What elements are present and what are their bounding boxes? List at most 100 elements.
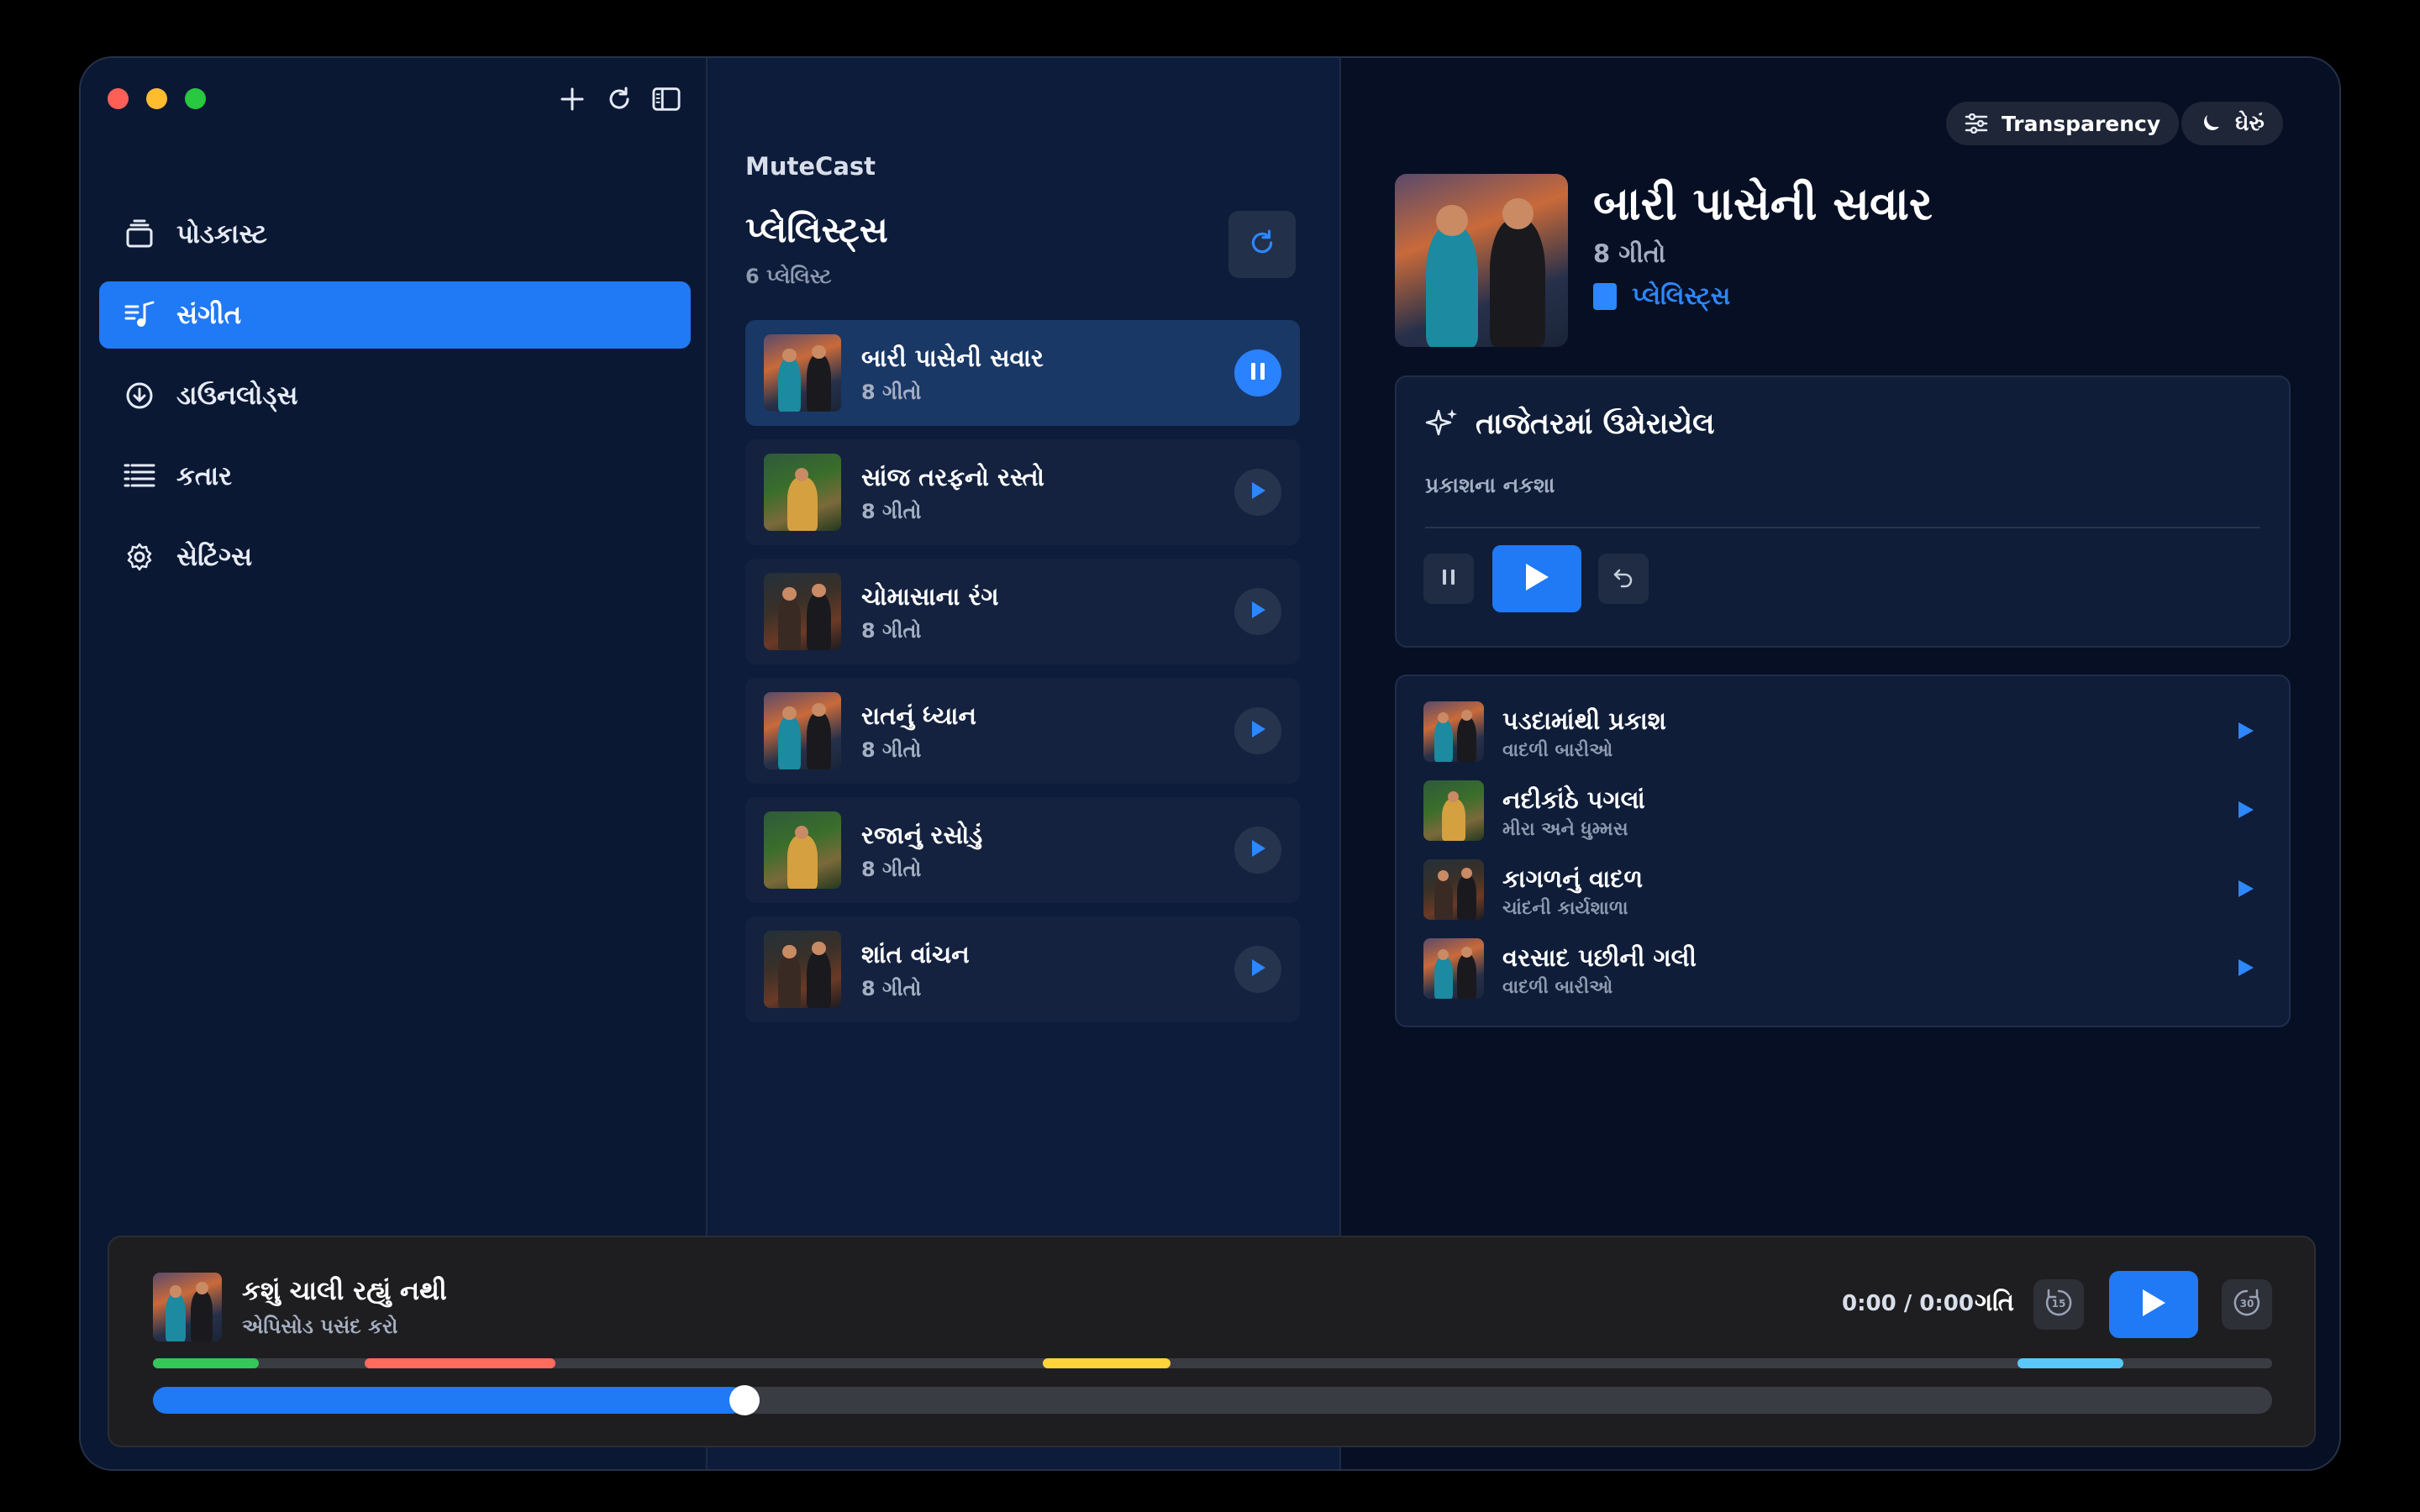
playlist-artwork — [764, 931, 841, 1008]
app-brand: MuteCast — [745, 152, 876, 181]
track-artist: વાદળી બારીઓ — [1502, 977, 1613, 998]
sidebar-item-settings[interactable]: સેટિંગ્સ — [99, 523, 691, 591]
pause-button[interactable] — [1423, 554, 1474, 604]
playlist-track-count: 8 ગીતો — [861, 381, 922, 404]
main-play-button[interactable] — [2109, 1271, 2198, 1338]
now-playing-bar: કશું ચાલી રહ્યું નથી એપિસોડ પસંદ કરો 0:0… — [108, 1236, 2316, 1447]
playlist-item[interactable]: શાંત વાંચન 8 ગીતો — [745, 916, 1300, 1022]
theme-toggle-button[interactable]: ઘેરું — [2181, 102, 2283, 145]
sidebar-item-podcasts[interactable]: પોડકાસ્ટ — [99, 201, 691, 268]
playlist-list: બારી પાસેની સવાર 8 ગીતો સાંજ તરફનો રસ્તો… — [745, 320, 1300, 1036]
divider — [1425, 527, 2260, 528]
progress-knob[interactable] — [729, 1385, 760, 1415]
chapter-marker[interactable] — [1043, 1358, 1171, 1368]
playlist-artwork — [764, 811, 841, 889]
progress-fill — [153, 1387, 744, 1414]
maximize-window-button[interactable] — [185, 88, 206, 109]
play-button[interactable] — [1234, 827, 1281, 874]
album-playlist-link[interactable]: પ્લેલિસ્ટ્સ — [1593, 281, 1730, 311]
play-icon[interactable] — [2235, 799, 2255, 821]
track-row[interactable]: વરસાદ પછીની ગલી વાદળી બારીઓ — [1397, 938, 2289, 1017]
skip-forward-30-icon: 30 — [2230, 1286, 2264, 1323]
playlist-item[interactable]: રાતનું ધ્યાન 8 ગીતો — [745, 678, 1300, 784]
play-icon[interactable] — [2235, 720, 2255, 742]
music-icon — [121, 297, 158, 333]
transparency-button[interactable]: Transparency — [1946, 102, 2180, 145]
sidebar-item-label: કતાર — [176, 460, 233, 491]
recently-added-card: તાજેતરમાં ઉમેરાયેલ પ્રકાશના નકશા — [1395, 375, 2291, 648]
moon-icon — [2200, 113, 2222, 134]
track-artwork — [1423, 701, 1484, 762]
undo-button[interactable] — [1598, 554, 1649, 604]
play-icon — [1249, 838, 1267, 862]
minimize-window-button[interactable] — [146, 88, 167, 109]
playback-time: 0:00 / 0:00 — [1842, 1291, 1974, 1316]
album-track-count: 8 ગીતો — [1593, 239, 1666, 268]
sidebar-toolbar — [558, 85, 681, 113]
playlist-track-count: 8 ગીતો — [861, 500, 922, 523]
track-name: કાગળનું વાદળ — [1502, 864, 1644, 893]
play-icon — [1249, 958, 1267, 981]
folder-icon — [1593, 282, 1617, 310]
play-button[interactable] — [1234, 946, 1281, 993]
chapter-marker[interactable] — [2018, 1358, 2124, 1368]
playlist-item[interactable]: રજાનું રસોડું 8 ગીતો — [745, 797, 1300, 903]
playlist-name: શાંત વાંચન — [861, 940, 970, 969]
sidebar-item-music[interactable]: સંગીત — [99, 281, 691, 349]
playlist-name: રજાનું રસોડું — [861, 821, 983, 849]
skip-forward-button[interactable]: 30 — [2222, 1279, 2272, 1330]
track-artist: વાદળી બારીઓ — [1502, 740, 1613, 761]
play-button[interactable] — [1234, 588, 1281, 635]
track-list-card: પડદામાંથી પ્રકાશ વાદળી બારીઓ નદીકાંઠે પગ… — [1395, 675, 2291, 1027]
sidebar-toggle-icon[interactable] — [652, 85, 681, 113]
now-playing-artwork — [153, 1273, 222, 1341]
sidebar-item-label: સંગીત — [176, 299, 242, 330]
playlist-track-count: 8 ગીતો — [861, 738, 922, 762]
skip-back-value: 15 — [2052, 1298, 2066, 1310]
play-icon — [2139, 1287, 2168, 1322]
sidebar-item-queue[interactable]: કતાર — [99, 443, 691, 510]
play-icon[interactable] — [2235, 957, 2255, 979]
playlist-item[interactable]: બારી પાસેની સવાર 8 ગીતો — [745, 320, 1300, 426]
playlist-item[interactable]: સાંજ તરફનો રસ્તો 8 ગીતો — [745, 439, 1300, 545]
skip-forward-value: 30 — [2240, 1298, 2254, 1310]
app-window: પોડકાસ્ટ સંગીત ડાઉનલોડ્સ કતાર સેટિંગ્સ M… — [79, 56, 2341, 1471]
track-artwork — [1423, 780, 1484, 841]
progress-slider[interactable] — [153, 1385, 2272, 1415]
track-name: વરસાદ પછીની ગલી — [1502, 943, 1697, 972]
track-row[interactable]: કાગળનું વાદળ ચાંદની કાર્યશાળા — [1397, 859, 2289, 938]
track-name: પડદામાંથી પ્રકાશ — [1502, 706, 1667, 735]
track-row[interactable]: પડદામાંથી પ્રકાશ વાદળી બારીઓ — [1397, 701, 2289, 780]
sidebar-item-label: પોડકાસ્ટ — [176, 218, 267, 249]
undo-icon — [1612, 565, 1635, 592]
track-row[interactable]: નદીકાંઠે પગલાં મીરા અને ધુમ્મસ — [1397, 780, 2289, 859]
theme-label: ઘેરું — [2235, 111, 2265, 135]
refresh-icon[interactable] — [605, 85, 634, 113]
play-button[interactable] — [1234, 469, 1281, 516]
track-name: નદીકાંઠે પગલાં — [1502, 785, 1645, 814]
play-icon — [1523, 561, 1551, 596]
chapter-marker[interactable] — [153, 1358, 260, 1368]
sidebar-item-downloads[interactable]: ડાઉનલોડ્સ — [99, 362, 691, 429]
chapter-marker[interactable] — [365, 1358, 556, 1368]
play-icon[interactable] — [2235, 878, 2255, 900]
pause-icon — [1249, 361, 1267, 385]
gear-icon — [121, 538, 158, 575]
pause-button[interactable] — [1234, 349, 1281, 396]
playlist-item[interactable]: ચોમાસાના રંગ 8 ગીતો — [745, 559, 1300, 664]
plus-icon[interactable] — [558, 85, 587, 113]
speed-button[interactable]: ગતિ — [1975, 1288, 2014, 1317]
playlist-track-count: 8 ગીતો — [861, 858, 922, 881]
recently-added-subtitle: પ્રકાશના નકશા — [1425, 473, 1555, 497]
podcast-icon — [121, 216, 158, 253]
skip-back-button[interactable]: 15 — [2033, 1279, 2084, 1330]
sidebar-nav: પોડકાસ્ટ સંગીત ડાઉનલોડ્સ કતાર સેટિંગ્સ — [99, 201, 691, 604]
play-button[interactable] — [1492, 545, 1581, 612]
playlist-name: રાતનું ધ્યાન — [861, 701, 976, 730]
close-window-button[interactable] — [108, 88, 129, 109]
track-artwork — [1423, 938, 1484, 999]
album-link-label: પ્લેલિસ્ટ્સ — [1632, 281, 1731, 310]
track-artist: મીરા અને ધુમ્મસ — [1502, 819, 1628, 840]
play-button[interactable] — [1234, 707, 1281, 754]
refresh-playlists-button[interactable] — [1228, 211, 1296, 278]
